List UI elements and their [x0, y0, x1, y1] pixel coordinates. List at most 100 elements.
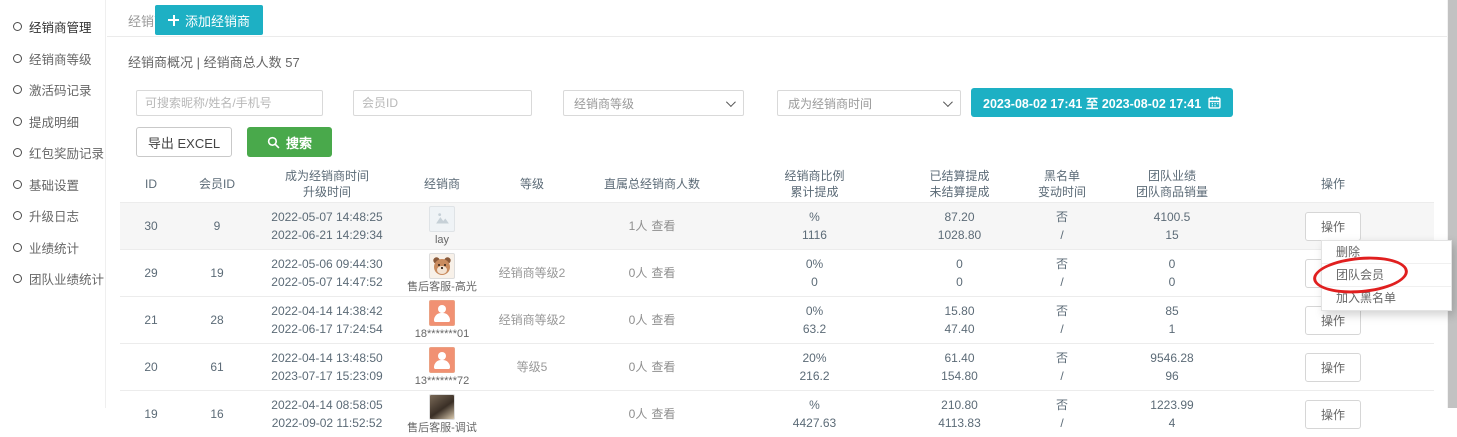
- cell-settlement: 61.40154.80: [907, 349, 1012, 385]
- column-header: 黑名单变动时间: [1012, 168, 1112, 200]
- cell-settlement-line2: 47.40: [907, 320, 1012, 338]
- row-action-button[interactable]: 操作: [1305, 400, 1361, 429]
- cell-settlement-line1: 210.80: [907, 396, 1012, 414]
- cell-member-id: 61: [182, 358, 252, 376]
- sidebar-item[interactable]: 团队业绩统计: [0, 263, 105, 295]
- dropdown-item-normal[interactable]: 删除: [1322, 241, 1451, 264]
- cell-ratio-line2: 63.2: [722, 320, 907, 338]
- cell-action: 操作: [1232, 400, 1434, 429]
- table-row: 3092022-05-07 14:48:252022-06-21 14:29:3…: [120, 202, 1434, 249]
- cell-team-line2: 1: [1112, 320, 1232, 338]
- cell-level: 经销商等级2: [482, 264, 582, 282]
- view-link[interactable]: 查看: [651, 313, 675, 327]
- search-button[interactable]: 搜索: [247, 127, 332, 157]
- cell-ratio-line2: 4427.63: [722, 414, 907, 432]
- direct-count-value: 0人: [629, 266, 648, 280]
- cell-team: 851: [1112, 302, 1232, 338]
- calendar-icon: [1208, 96, 1221, 109]
- add-dealer-button[interactable]: 添加经销商: [155, 5, 263, 35]
- cell-settlement-line2: 4113.83: [907, 414, 1012, 432]
- column-header-line: 团队业绩: [1112, 168, 1232, 184]
- cell-ratio: 20%216.2: [722, 349, 907, 385]
- action-dropdown-menu: 删除团队会员加入黑名单: [1321, 240, 1452, 311]
- view-link[interactable]: 查看: [651, 266, 675, 280]
- column-header-line: 团队商品销量: [1112, 184, 1232, 200]
- dropdown-item-circled[interactable]: 团队会员: [1322, 264, 1451, 287]
- cell-direct-count: 1人查看: [582, 217, 722, 235]
- cell-settlement: 00: [907, 255, 1012, 291]
- view-link[interactable]: 查看: [651, 407, 675, 421]
- cell-ratio-line2: 216.2: [722, 367, 907, 385]
- dealer-name: 18*******01: [415, 328, 469, 341]
- view-link[interactable]: 查看: [651, 360, 675, 374]
- cell-ratio: %4427.63: [722, 396, 907, 432]
- sidebar-item[interactable]: 升级日志: [0, 200, 105, 232]
- cell-level: 等级5: [482, 358, 582, 376]
- dealer-level-select-value: 经销商等级: [574, 95, 634, 112]
- cell-settlement: 210.804113.83: [907, 396, 1012, 432]
- circle-bullet-icon: [13, 22, 22, 31]
- cell-times-line2: 2022-09-02 11:52:52: [252, 414, 402, 432]
- cell-blacklist: 否/: [1012, 396, 1112, 432]
- dropdown-item-normal[interactable]: 加入黑名单: [1322, 287, 1451, 310]
- cell-times-line1: 2022-04-14 13:48:50: [252, 349, 402, 367]
- dealer-avatar: [429, 394, 455, 420]
- circle-bullet-icon: [13, 243, 22, 252]
- search-input[interactable]: [136, 90, 323, 116]
- column-header-line: 累计提成: [722, 184, 907, 200]
- sidebar-item[interactable]: 经销商管理: [0, 11, 105, 43]
- column-header: 成为经销商时间升级时间: [252, 168, 402, 200]
- become-time-select[interactable]: 成为经销商时间: [777, 90, 961, 116]
- export-excel-button[interactable]: 导出 EXCEL: [136, 127, 232, 157]
- cell-settlement-line1: 0: [907, 255, 1012, 273]
- cell-ratio: %1116: [722, 208, 907, 244]
- row-action-button[interactable]: 操作: [1305, 212, 1361, 241]
- dealer-level-select[interactable]: 经销商等级: [563, 90, 744, 116]
- table-row: 20612022-04-14 13:48:502023-07-17 15:23:…: [120, 343, 1434, 390]
- cell-settlement-line1: 15.80: [907, 302, 1012, 320]
- cell-blacklist-line2: /: [1012, 226, 1112, 244]
- cell-blacklist-line1: 否: [1012, 349, 1112, 367]
- cell-ratio-line1: 20%: [722, 349, 907, 367]
- date-range-button[interactable]: 2023-08-02 17:41 至 2023-08-02 17:41: [971, 88, 1233, 117]
- cell-team: 00: [1112, 255, 1232, 291]
- cell-action: 操作: [1232, 353, 1434, 382]
- sidebar-item[interactable]: 红包奖励记录: [0, 137, 105, 169]
- cell-blacklist-line2: /: [1012, 320, 1112, 338]
- member-id-input[interactable]: [353, 90, 532, 116]
- cell-blacklist: 否/: [1012, 302, 1112, 338]
- cell-dealer: 售后客服-调试: [402, 394, 482, 435]
- cell-settlement-line2: 0: [907, 273, 1012, 291]
- cell-ratio: 0%0: [722, 255, 907, 291]
- cell-dealer: 售后客服-高光: [402, 253, 482, 294]
- sidebar-item[interactable]: 提成明细: [0, 106, 105, 138]
- cell-id: 29: [120, 264, 182, 282]
- cell-ratio-line1: %: [722, 208, 907, 226]
- sidebar-item[interactable]: 基础设置: [0, 169, 105, 201]
- cell-blacklist-line1: 否: [1012, 208, 1112, 226]
- scrollbar-thumb[interactable]: [1448, 0, 1457, 408]
- column-header: 等级: [482, 176, 582, 192]
- sidebar-item[interactable]: 业绩统计: [0, 232, 105, 264]
- cell-times: 2022-04-14 13:48:502023-07-17 15:23:09: [252, 349, 402, 385]
- cell-settlement-line2: 1028.80: [907, 226, 1012, 244]
- circle-bullet-icon: [13, 180, 22, 189]
- view-link[interactable]: 查看: [651, 219, 675, 233]
- cell-team-line2: 4: [1112, 414, 1232, 432]
- direct-count-value: 0人: [629, 313, 648, 327]
- table-row: 19162022-04-14 08:58:052022-09-02 11:52:…: [120, 390, 1434, 437]
- cell-member-id: 19: [182, 264, 252, 282]
- direct-count-value: 0人: [629, 407, 648, 421]
- sidebar-item[interactable]: 激活码记录: [0, 74, 105, 106]
- circle-bullet-icon: [13, 148, 22, 157]
- column-header-line: 黑名单: [1012, 168, 1112, 184]
- cell-id: 30: [120, 217, 182, 235]
- vertical-scrollbar[interactable]: [1447, 0, 1457, 408]
- column-header-line: 经销商: [402, 176, 482, 192]
- sidebar-item[interactable]: 经销商等级: [0, 43, 105, 75]
- cell-times-line1: 2022-04-14 14:38:42: [252, 302, 402, 320]
- cell-times: 2022-05-06 09:44:302022-05-07 14:47:52: [252, 255, 402, 291]
- row-action-button[interactable]: 操作: [1305, 353, 1361, 382]
- column-header-line: 会员ID: [182, 176, 252, 192]
- tabbar-divider: [107, 36, 1447, 37]
